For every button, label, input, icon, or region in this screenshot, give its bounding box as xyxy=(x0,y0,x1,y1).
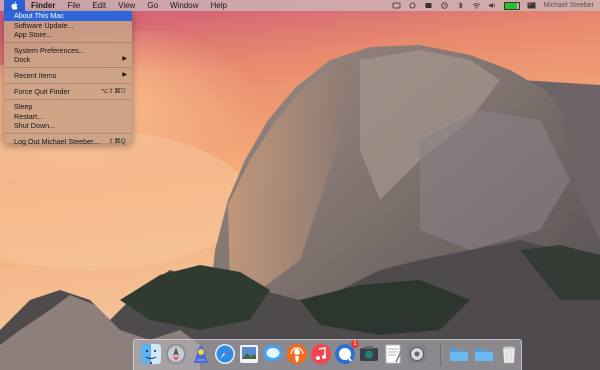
wifi-icon[interactable] xyxy=(472,2,481,9)
battery-level xyxy=(505,2,518,9)
menu-item-app-store[interactable]: App Store... xyxy=(4,30,132,40)
menu-item-label: Restart... xyxy=(14,111,44,121)
menu-item-label: Force Quit Finder xyxy=(14,86,70,96)
volume-icon[interactable] xyxy=(488,2,497,9)
status-app-icon-2[interactable] xyxy=(408,2,417,9)
menu-item-dock[interactable]: Dock ▶ xyxy=(4,55,132,65)
textedit-icon[interactable] xyxy=(382,343,404,365)
safari-icon[interactable] xyxy=(214,343,236,365)
finder-icon[interactable] xyxy=(140,343,162,365)
time-machine-icon[interactable] xyxy=(440,2,449,9)
menu-help[interactable]: Help xyxy=(204,0,232,11)
menu-window[interactable]: Window xyxy=(164,0,204,11)
menu-item-software-update[interactable]: Software Update... xyxy=(4,21,132,31)
menu-item-label: Software Update... xyxy=(14,20,74,30)
menu-item-restart[interactable]: Restart... xyxy=(4,112,132,122)
menu-item-label: App Store... xyxy=(14,30,52,40)
shortcut-label: ⌥⇧⌘⎋ xyxy=(100,87,126,95)
trash-icon[interactable] xyxy=(498,343,520,365)
menu-separator xyxy=(4,83,132,85)
menu-item-label: System Preferences... xyxy=(14,45,85,55)
documents-folder-icon[interactable] xyxy=(473,343,495,365)
menu-item-recent-items[interactable]: Recent Items ▶ xyxy=(4,71,132,81)
shortcut-label: ⇧⌘Q xyxy=(108,137,126,145)
menu-item-label: Recent Items xyxy=(14,70,57,80)
menu-separator xyxy=(4,133,132,135)
cleaner-icon[interactable] xyxy=(190,343,212,365)
messages-icon[interactable] xyxy=(262,343,284,365)
music-icon[interactable] xyxy=(310,343,332,365)
battery-icon[interactable] xyxy=(504,1,521,10)
bluetooth-icon[interactable] xyxy=(456,2,465,9)
running-indicator xyxy=(150,362,152,364)
menu-view[interactable]: View xyxy=(112,0,141,11)
apple-menu: About This Mac Software Update... App St… xyxy=(4,11,132,146)
menu-item-about-this-mac[interactable]: About This Mac xyxy=(4,11,132,21)
apple-logo-icon xyxy=(11,1,18,10)
menu-separator xyxy=(4,42,132,44)
menu-item-label: Sleep xyxy=(14,102,33,112)
dock: 1 xyxy=(133,339,522,370)
status-app-icon-3[interactable] xyxy=(424,2,433,9)
menu-edit[interactable]: Edit xyxy=(86,0,112,11)
submenu-arrow-icon: ▶ xyxy=(122,56,127,63)
user-name[interactable]: Michael Steeber xyxy=(543,2,594,9)
dock-separator xyxy=(440,344,441,366)
menu-go[interactable]: Go xyxy=(141,0,164,11)
applications-folder-icon[interactable] xyxy=(448,343,470,365)
menu-item-sleep[interactable]: Sleep xyxy=(4,102,132,112)
status-area: Michael Steeber xyxy=(392,0,594,11)
menu-item-system-preferences[interactable]: System Preferences... xyxy=(4,46,132,56)
submenu-arrow-icon: ▶ xyxy=(122,71,127,78)
launchpad-icon[interactable] xyxy=(165,343,187,365)
menu-separator xyxy=(4,67,132,69)
status-app-icon[interactable] xyxy=(392,2,401,9)
podcast-icon[interactable] xyxy=(286,343,308,365)
chat-icon[interactable]: 1 xyxy=(334,340,359,365)
input-source-icon[interactable] xyxy=(527,2,536,9)
menu-bar: Finder File Edit View Go Window Help Mic… xyxy=(0,0,600,11)
menu-item-label: About This Mac xyxy=(14,11,64,20)
menu-item-log-out[interactable]: Log Out Michael Steeber... ⇧⌘Q xyxy=(4,137,132,147)
system-preferences-icon[interactable] xyxy=(406,343,428,365)
camera-icon[interactable] xyxy=(358,343,380,365)
menu-item-label: Log Out Michael Steeber... xyxy=(14,136,100,146)
menu-app-name[interactable]: Finder xyxy=(25,0,61,11)
menu-separator xyxy=(4,98,132,100)
menu-file[interactable]: File xyxy=(61,0,86,11)
menu-item-label: Shut Down... xyxy=(14,121,56,131)
preview-icon[interactable] xyxy=(238,343,260,365)
menu-item-force-quit[interactable]: Force Quit Finder ⌥⇧⌘⎋ xyxy=(4,87,132,97)
apple-menu-button[interactable] xyxy=(4,0,25,11)
menu-item-shut-down[interactable]: Shut Down... xyxy=(4,121,132,131)
menu-item-label: Dock xyxy=(14,55,31,65)
